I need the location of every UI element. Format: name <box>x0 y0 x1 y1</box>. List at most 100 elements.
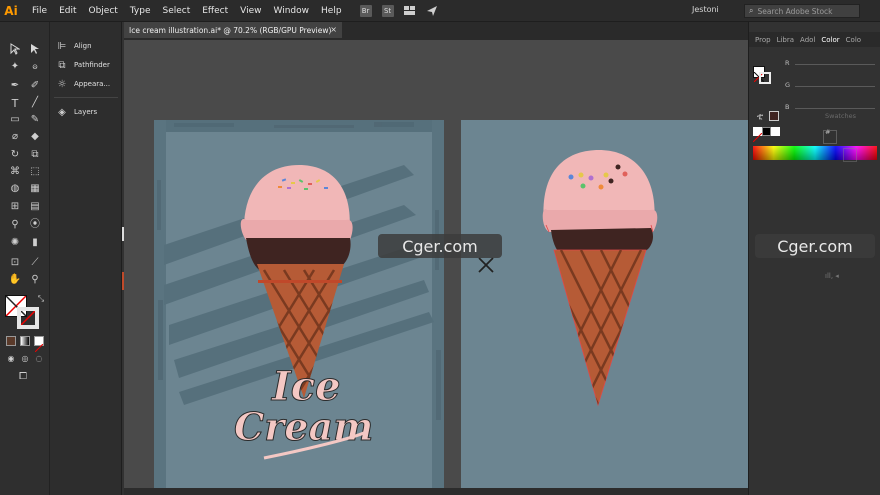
poster-title-cream: Cream <box>234 404 373 449</box>
channel-r-label: R <box>785 59 790 67</box>
panel-pathfinder-label: Pathfinder <box>74 61 110 69</box>
out-of-gamut-icon[interactable]: ቲ <box>753 110 767 124</box>
br-icon[interactable]: Br <box>359 4 372 17</box>
close-marker-icon <box>478 257 494 273</box>
draw-normal-icon[interactable]: ◉ <box>4 352 18 366</box>
document-tab[interactable]: Ice cream illustration.ai* @ 70.2% (RGB/… <box>124 22 342 39</box>
warp-tool-icon[interactable]: ⌘ <box>8 165 22 179</box>
panel-pathfinder[interactable]: ⧉ Pathfinder <box>56 59 110 71</box>
menu-help[interactable]: Help <box>321 6 342 16</box>
canvas-area[interactable]: Ice Cream Cger.com <box>122 40 748 495</box>
pen-tool-icon[interactable]: ✒ <box>8 79 22 93</box>
panel-align[interactable]: ⊫ Align <box>56 40 92 52</box>
menu-edit[interactable]: Edit <box>59 6 76 16</box>
zoom-tool-icon[interactable]: ⚲ <box>28 273 42 287</box>
channel-g-label: G <box>785 81 791 89</box>
user-name[interactable]: Jestoni <box>692 5 719 14</box>
swap-fill-stroke-icon[interactable]: ⤡ <box>34 292 48 306</box>
status-bar <box>124 488 748 495</box>
menu-bar: Ai File Edit Object Type Select Effect V… <box>0 0 880 22</box>
search-input[interactable]: ⌕ Search Adobe Stock <box>744 4 860 18</box>
channel-b-slider[interactable] <box>795 108 875 109</box>
tab-libraries[interactable]: Libra <box>777 36 794 44</box>
mesh-tool-icon[interactable]: ⊞ <box>8 200 22 214</box>
channel-r-slider[interactable] <box>795 64 875 65</box>
search-placeholder: Search Adobe Stock <box>757 6 833 16</box>
tab-adobe-color[interactable]: Adol <box>800 36 815 44</box>
layers-icon: ◈ <box>58 106 66 118</box>
screen-mode-icon[interactable]: ⧠ <box>16 370 30 384</box>
illustrator-window: Ai File Edit Object Type Select Effect V… <box>0 0 880 495</box>
draw-inside-icon[interactable]: ◌ <box>32 352 46 366</box>
app-logo: Ai <box>4 3 18 18</box>
menu-window[interactable]: Window <box>274 6 310 16</box>
hand-tool-icon[interactable]: ✋ <box>8 273 22 287</box>
rpanel-stroke-swatch[interactable] <box>759 72 771 84</box>
watermark-right: Cger.com <box>755 234 875 258</box>
blob-brush-icon[interactable]: ⌀ <box>8 130 22 144</box>
type-tool-icon[interactable]: T <box>8 96 22 110</box>
panel-appearance-label: Appeara... <box>74 80 111 88</box>
color-mode-gradient[interactable] <box>20 336 30 346</box>
ruler-marker-bottom <box>122 272 124 290</box>
eraser-icon[interactable]: ◆ <box>28 130 42 144</box>
channel-b-label: B <box>785 103 790 111</box>
white-swatch[interactable] <box>771 127 780 136</box>
magic-wand-icon[interactable]: ✦ <box>8 60 22 74</box>
free-transform-icon[interactable]: ⬚ <box>28 165 42 179</box>
gradient-tool-icon[interactable]: ▤ <box>28 200 42 214</box>
menu-file[interactable]: File <box>32 6 47 16</box>
line-tool-icon[interactable]: ╱ <box>28 96 42 110</box>
menu-type[interactable]: Type <box>130 6 151 16</box>
tab-properties[interactable]: Prop <box>755 36 771 44</box>
perspective-grid-icon[interactable]: ▦ <box>28 182 42 196</box>
menu-select[interactable]: Select <box>162 6 190 16</box>
last-color-swatch[interactable] <box>769 111 779 121</box>
ghost-swatch-2 <box>843 148 857 162</box>
rectangle-tool-icon[interactable]: ▭ <box>8 113 22 127</box>
graph-tool-icon[interactable]: ▮ <box>28 236 42 250</box>
appearance-icon: ☼ <box>57 78 67 90</box>
st-icon[interactable]: St <box>381 4 394 17</box>
lasso-icon[interactable]: ဓ <box>28 60 42 74</box>
panel-appearance[interactable]: ☼ Appeara... <box>56 78 111 90</box>
close-tab-icon[interactable]: × <box>330 25 337 34</box>
menu-object[interactable]: Object <box>89 6 118 16</box>
rotate-tool-icon[interactable]: ↻ <box>8 148 22 162</box>
panel-divider <box>54 97 118 98</box>
workspace-icon[interactable] <box>403 5 416 17</box>
channel-g-slider[interactable] <box>795 86 875 87</box>
pencil-tool-icon[interactable]: ✎ <box>28 113 42 127</box>
eyedropper-icon[interactable]: ⚲ <box>8 218 22 232</box>
tools-panel: ✦ ဓ ✒ ✐ T ╱ ▭ ✎ ⌀ ◆ ↻ ⧉ ⌘ ⬚ ◍ ▦ ⊞ ▤ ⚲ ⦿ … <box>0 22 50 495</box>
none-swatch[interactable] <box>752 127 763 143</box>
tab-color-guide[interactable]: Colo <box>846 36 861 44</box>
blend-tool-icon[interactable]: ⦿ <box>28 218 42 232</box>
selection-tool-icon[interactable] <box>8 42 22 56</box>
color-mode-color[interactable] <box>6 336 16 346</box>
send-icon[interactable] <box>426 5 438 17</box>
artboard-tool-icon[interactable]: ⊡ <box>8 256 22 270</box>
color-spectrum[interactable] <box>753 146 877 160</box>
symbol-sprayer-icon[interactable]: ✺ <box>8 236 22 250</box>
swatches-label[interactable]: Swatches <box>825 112 856 120</box>
stroke-swatch[interactable] <box>17 307 39 329</box>
menu-view[interactable]: View <box>240 6 261 16</box>
artboard-icecream[interactable] <box>461 120 748 495</box>
panel-align-label: Align <box>74 42 92 50</box>
black-swatch[interactable] <box>762 127 771 136</box>
align-icon: ⊫ <box>57 40 67 52</box>
panel-menu-icon[interactable]: ıll, ◂ <box>825 272 839 280</box>
direct-selection-icon[interactable] <box>28 42 42 56</box>
menu-effect[interactable]: Effect <box>202 6 228 16</box>
draw-behind-icon[interactable]: ◎ <box>18 352 32 366</box>
curvature-icon[interactable]: ✐ <box>28 79 42 93</box>
tab-color[interactable]: Color <box>821 36 839 44</box>
slice-tool-icon[interactable]: ⟋ <box>28 256 42 270</box>
ghost-swatch-1 <box>823 130 837 144</box>
panel-layers[interactable]: ◈ Layers <box>56 106 97 118</box>
color-mode-none[interactable] <box>34 336 44 353</box>
artboard-poster[interactable]: Ice Cream <box>154 120 444 495</box>
shape-builder-icon[interactable]: ◍ <box>8 182 22 196</box>
scale-tool-icon[interactable]: ⧉ <box>28 148 42 162</box>
